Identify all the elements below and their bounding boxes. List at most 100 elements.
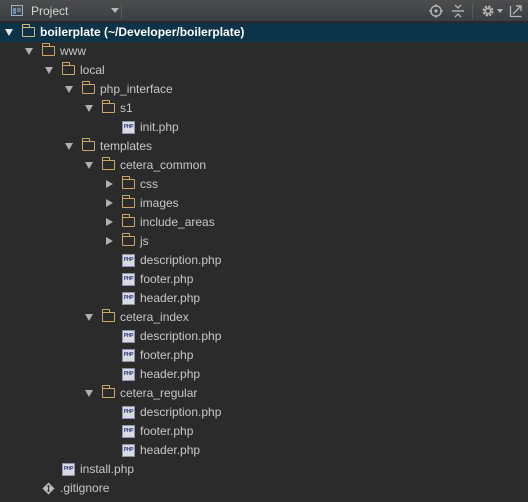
hide-icon[interactable] [509, 4, 523, 18]
php-file-icon: PHP [62, 463, 75, 476]
folder-icon [81, 138, 95, 151]
php-file-icon: PHP [122, 292, 135, 305]
tree-item-label: php_interface [100, 82, 173, 96]
tree-file-row[interactable]: PHP footer.php [0, 346, 528, 365]
php-file-icon: PHP [122, 368, 135, 381]
folder-icon [121, 233, 135, 246]
folder-icon [61, 62, 75, 75]
gear-icon[interactable] [481, 4, 495, 18]
expand-arrow-right-icon[interactable] [106, 180, 113, 188]
tree-item-label: footer.php [140, 424, 194, 438]
expand-arrow-right-icon[interactable] [106, 199, 113, 207]
tree-item-label: cetera_index [120, 310, 189, 324]
tree-file-row[interactable]: PHP header.php [0, 365, 528, 384]
tree-item-label: init.php [140, 120, 179, 134]
tree-file-row[interactable]: PHP init.php [0, 118, 528, 137]
php-file-icon: PHP [122, 425, 135, 438]
php-file-icon: PHP [122, 406, 135, 419]
php-file-icon: PHP [122, 254, 135, 267]
tree-item-label: www [60, 44, 86, 58]
project-toolbar: Project [0, 0, 528, 22]
folder-icon [21, 24, 35, 37]
tree-item-label: templates [100, 139, 153, 153]
tree-folder-row[interactable]: cetera_index [0, 308, 528, 327]
folder-icon [121, 214, 135, 227]
expand-arrow-down-icon[interactable] [65, 86, 73, 93]
folder-icon [101, 100, 115, 113]
tree-file-row[interactable]: PHP description.php [0, 251, 528, 270]
tree-item-label: footer.php [140, 272, 194, 286]
dropdown-icon[interactable] [111, 8, 119, 13]
expand-arrow-down-icon[interactable] [85, 162, 93, 169]
project-view-icon[interactable] [11, 5, 23, 16]
expand-arrow-right-icon[interactable] [106, 218, 113, 226]
tree-item-label: local [80, 63, 105, 77]
tree-folder-row[interactable]: www [0, 42, 528, 61]
locate-icon[interactable] [429, 4, 443, 18]
php-file-icon: PHP [122, 273, 135, 286]
tree-file-row[interactable]: .gitignore [0, 479, 528, 498]
php-file-icon: PHP [122, 444, 135, 457]
tree-item-label: images [140, 196, 179, 210]
expand-arrow-down-icon[interactable] [5, 29, 13, 36]
tree-file-row[interactable]: PHP description.php [0, 327, 528, 346]
expand-arrow-down-icon[interactable] [25, 48, 33, 55]
folder-icon [41, 43, 55, 56]
tree-item-label: .gitignore [60, 481, 110, 495]
tree-item-label: s1 [120, 101, 133, 115]
tree-item-label: install.php [80, 462, 135, 476]
tree-folder-row[interactable]: templates [0, 137, 528, 156]
tree-folder-row[interactable]: s1 [0, 99, 528, 118]
tree-folder-row[interactable]: images [0, 194, 528, 213]
toolbar-divider [121, 3, 122, 19]
tree-item-label: description.php [140, 405, 222, 419]
tree-folder-row[interactable]: cetera_regular [0, 384, 528, 403]
php-file-icon: PHP [122, 121, 135, 134]
folder-icon [81, 81, 95, 94]
project-view-title[interactable]: Project [31, 4, 68, 18]
tree-item-label: cetera_regular [120, 386, 198, 400]
tree-item-label: header.php [140, 291, 201, 305]
tree-item-label: header.php [140, 443, 201, 457]
tree-file-row[interactable]: PHP description.php [0, 403, 528, 422]
expand-arrow-down-icon[interactable] [85, 390, 93, 397]
tree-folder-row[interactable]: local [0, 61, 528, 80]
tree-item-label: css [140, 177, 158, 191]
php-file-icon: PHP [122, 330, 135, 343]
gear-dropdown-icon[interactable] [497, 9, 503, 13]
folder-icon [101, 385, 115, 398]
tree-item-label: include_areas [140, 215, 215, 229]
project-tree: boilerplate (~/Developer/boilerplate) www… [0, 22, 528, 502]
git-file-icon [42, 482, 55, 495]
toolbar-divider [472, 3, 473, 19]
php-file-icon: PHP [122, 349, 135, 362]
tree-file-row[interactable]: PHP header.php [0, 441, 528, 460]
expand-arrow-down-icon[interactable] [45, 67, 53, 74]
folder-icon [101, 309, 115, 322]
tree-folder-row[interactable]: js [0, 232, 528, 251]
tree-file-row[interactable]: PHP footer.php [0, 422, 528, 441]
expand-arrow-right-icon[interactable] [106, 237, 113, 245]
collapse-all-icon[interactable] [451, 4, 465, 18]
tree-folder-row[interactable]: include_areas [0, 213, 528, 232]
tree-file-row[interactable]: PHP footer.php [0, 270, 528, 289]
tree-item-label: description.php [140, 329, 222, 343]
tree-file-row[interactable]: PHP install.php [0, 460, 528, 479]
tree-folder-row[interactable]: cetera_common [0, 156, 528, 175]
tree-item-label: footer.php [140, 348, 194, 362]
tree-item-label: header.php [140, 367, 201, 381]
folder-icon [121, 195, 135, 208]
tree-folder-row[interactable]: boilerplate (~/Developer/boilerplate) [0, 23, 528, 42]
tree-item-label: description.php [140, 253, 222, 267]
expand-arrow-down-icon[interactable] [65, 143, 73, 150]
expand-arrow-down-icon[interactable] [85, 314, 93, 321]
tree-folder-row[interactable]: css [0, 175, 528, 194]
tree-file-row[interactable]: PHP header.php [0, 289, 528, 308]
tree-folder-row[interactable]: php_interface [0, 80, 528, 99]
tree-item-label: boilerplate (~/Developer/boilerplate) [40, 25, 245, 39]
tree-item-label: js [140, 234, 149, 248]
tree-item-label: cetera_common [120, 158, 207, 172]
folder-icon [101, 157, 115, 170]
folder-icon [121, 176, 135, 189]
expand-arrow-down-icon[interactable] [85, 105, 93, 112]
